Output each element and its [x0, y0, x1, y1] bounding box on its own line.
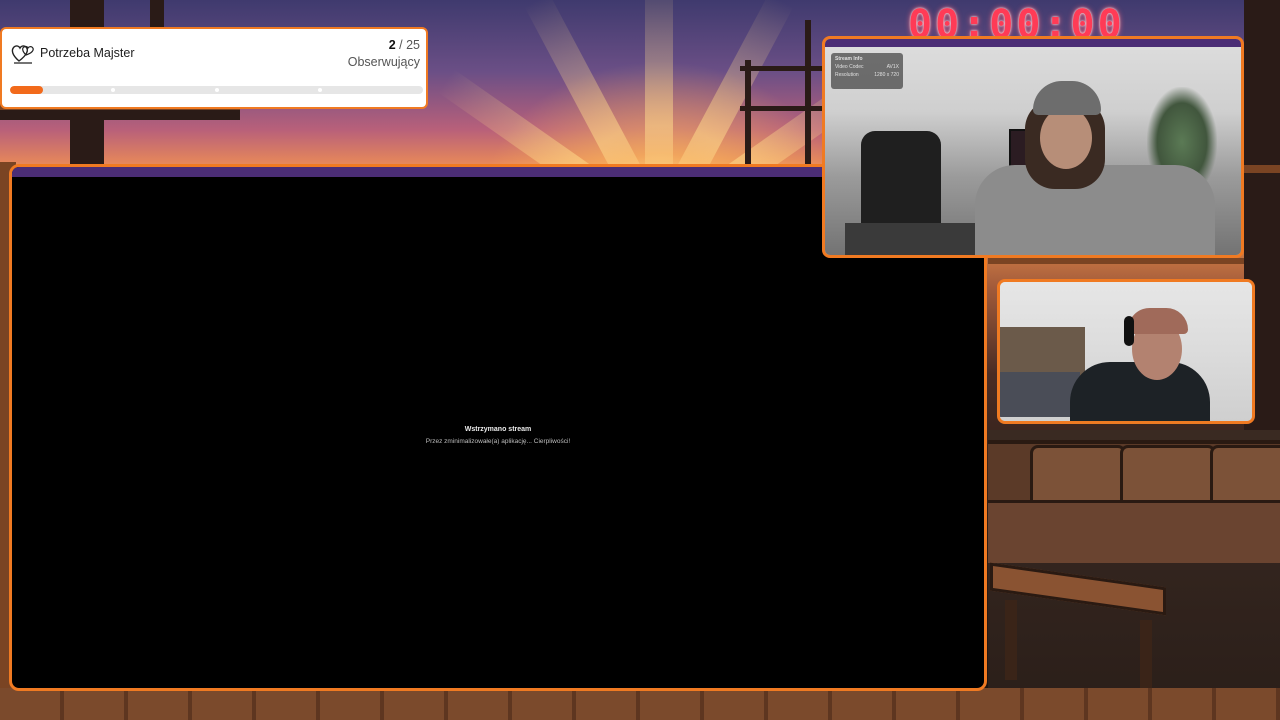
stream-info-row: Resolution 1280 x 720: [831, 71, 903, 79]
streamer-hat: [1033, 81, 1101, 115]
goal-milestone-dot: [318, 88, 322, 92]
goal-title: Potrzeba Majster: [40, 46, 135, 60]
goal-target: 25: [406, 38, 420, 52]
wooden-floor: [0, 688, 1280, 720]
follower-goal-widget: Potrzeba Majster 2 / 25 Obserwujący: [0, 27, 428, 109]
stream-paused-subtitle: Przez zminimalizowałe(a) aplikację... Ci…: [425, 438, 571, 445]
goal-progress-track: [10, 86, 423, 94]
headphones-icon: [1124, 316, 1134, 346]
bed: [1000, 372, 1080, 417]
scaffold-beam: [740, 106, 830, 111]
stream-info-overlay: Stream Info Video Codec AV1X Resolution …: [831, 53, 903, 89]
scaffold-beam: [745, 60, 751, 166]
scaffold-beam: [740, 66, 830, 71]
scaffold-beam: [0, 110, 240, 120]
webcam-secondary: [997, 279, 1255, 424]
bench-leg: [1005, 600, 1017, 680]
scaffold-beam: [988, 258, 1244, 264]
goal-current: 2: [388, 38, 396, 52]
goal-count: 2 / 25: [389, 38, 420, 52]
goal-separator: /: [399, 38, 403, 52]
scaffold-beam: [150, 0, 164, 30]
stream-info-value: AV1X: [886, 64, 899, 70]
hearts-icon: [11, 45, 34, 64]
scaffold-beam: [805, 20, 811, 166]
webcam-main: Stream Info Video Codec AV1X Resolution …: [822, 36, 1244, 258]
stream-info-label: Video Codec: [835, 64, 864, 70]
stream-paused-title: Wstrzymano stream: [464, 426, 532, 433]
stream-info-title: Stream Info: [835, 56, 863, 62]
streamer-head: [1040, 107, 1092, 169]
stream-info-label: Resolution: [835, 72, 859, 78]
goal-label: Obserwujący: [347, 55, 420, 69]
couch-seat: [988, 500, 1280, 563]
scaffold-beam: [1244, 165, 1280, 173]
goal-milestone-dot: [215, 88, 219, 92]
stream-info-value: 1280 x 720: [874, 72, 899, 78]
stream-info-row: Video Codec AV1X: [831, 63, 903, 71]
webcam-room: [1000, 282, 1252, 421]
goal-milestone-dot: [111, 88, 115, 92]
frame-top-bar: [825, 39, 1241, 47]
guest-cap: [1128, 308, 1188, 334]
goal-progress-fill: [10, 86, 44, 94]
